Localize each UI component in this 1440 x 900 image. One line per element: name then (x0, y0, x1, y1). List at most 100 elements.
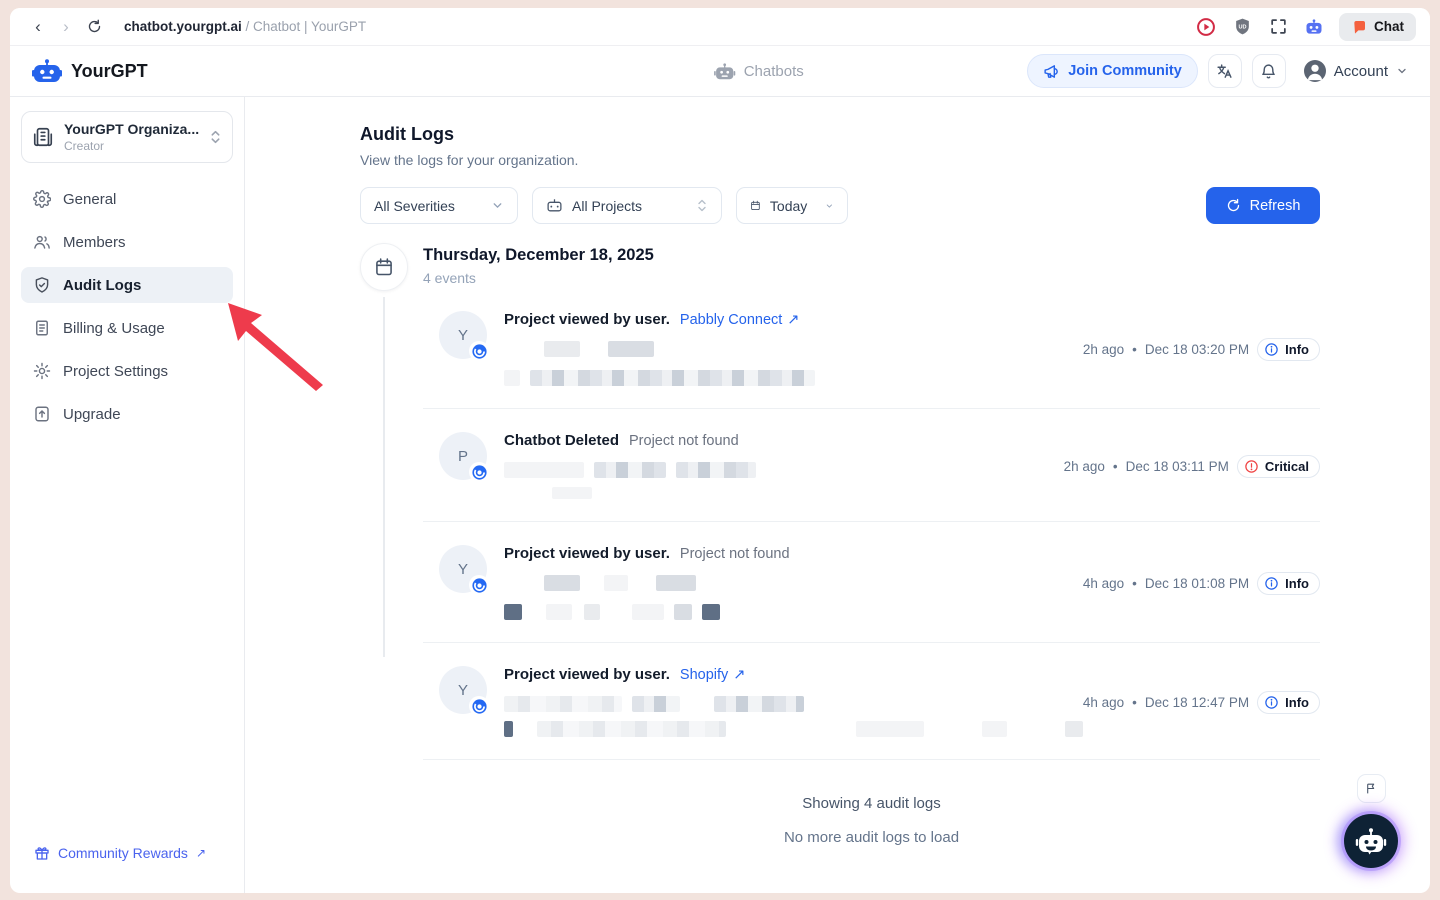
robot-icon (546, 198, 563, 213)
yourgpt-extension-icon[interactable] (1303, 16, 1325, 38)
brand[interactable]: YourGPT (32, 58, 148, 84)
refresh-icon (1226, 198, 1241, 213)
event-meta: 2h ago • Dec 18 03:11 PM Critical (1064, 434, 1320, 499)
event-title: Project viewed by user. (504, 666, 670, 683)
info-icon (1264, 576, 1279, 591)
severity-badge: Info (1257, 338, 1320, 361)
event-relative-time: 4h ago (1083, 576, 1124, 591)
severity-badge: Info (1257, 572, 1320, 595)
main-content: Audit Logs View the logs for your organi… (245, 97, 1430, 893)
sidebar-item-project-settings[interactable]: Project Settings (21, 353, 233, 389)
external-link-icon: ↗ (196, 846, 206, 860)
translate-button[interactable] (1208, 54, 1242, 88)
audit-log-event[interactable]: P Chatbot Deleted Project not found (423, 409, 1320, 522)
sidebar-item-general[interactable]: General (21, 181, 233, 217)
sidebar-nav: General Members Audit Logs Billing & Usa… (21, 181, 233, 432)
chatbot-launcher-button[interactable] (1344, 814, 1398, 868)
browser-source-badge-icon (469, 341, 489, 361)
meta-separator: • (1132, 695, 1137, 710)
redacted-text (544, 575, 1083, 591)
account-menu[interactable]: Account (1304, 60, 1408, 82)
audit-log-event[interactable]: Y Project viewed by user. Shopify↗ (423, 643, 1320, 760)
audit-log-event[interactable]: Y Project viewed by user. Pabbly Connect… (423, 288, 1320, 409)
adblock-extension-icon[interactable]: UD (1231, 16, 1253, 38)
brand-label: YourGPT (71, 61, 148, 82)
sidebar-item-audit-logs[interactable]: Audit Logs (21, 267, 233, 303)
forward-icon[interactable]: › (52, 13, 80, 41)
project-link[interactable]: Shopify↗ (680, 667, 746, 683)
event-datetime: Dec 18 03:11 PM (1126, 459, 1229, 474)
event-meta: 4h ago • Dec 18 12:47 PM Info (1083, 668, 1320, 737)
project-filter[interactable]: All Projects (532, 187, 722, 224)
page-title: Audit Logs (360, 124, 1320, 145)
community-rewards-link[interactable]: Community Rewards ↗ (34, 845, 206, 861)
chevron-down-icon (825, 200, 834, 212)
flag-icon (1365, 782, 1378, 795)
alert-icon (1244, 459, 1259, 474)
refresh-label: Refresh (1250, 198, 1301, 214)
chatbots-icon (714, 62, 736, 81)
no-more-text: No more audit logs to load (423, 829, 1320, 846)
sidebar-item-label: Audit Logs (63, 277, 141, 294)
redacted-text (504, 696, 1083, 712)
audit-log-timeline: Thursday, December 18, 2025 4 events Y P… (360, 243, 1320, 846)
sidebar-item-members[interactable]: Members (21, 224, 233, 260)
meta-separator: • (1132, 576, 1137, 591)
sidebar-item-upgrade[interactable]: Upgrade (21, 396, 233, 432)
organization-icon (32, 126, 54, 148)
url-host: chatbot.yourgpt.ai (124, 19, 242, 34)
timeline-date-icon (360, 243, 408, 291)
project-link[interactable]: Pabbly Connect↗ (680, 312, 800, 328)
fullscreen-extension-icon[interactable] (1267, 16, 1289, 38)
event-relative-time: 2h ago (1064, 459, 1105, 474)
join-community-button[interactable]: Join Community (1027, 54, 1198, 88)
external-link-icon: ↗ (787, 312, 799, 328)
date-filter[interactable]: Today (736, 187, 848, 224)
severity-filter[interactable]: All Severities (360, 187, 518, 224)
yourgpt-logo-icon (32, 58, 62, 84)
gear-icon (33, 190, 51, 208)
url-path: / Chatbot | YourGPT (242, 19, 366, 34)
audit-log-event[interactable]: Y Project viewed by user. Project not fo… (423, 522, 1320, 643)
nav-chatbots[interactable]: Chatbots (714, 62, 804, 81)
robot-face-icon (1355, 827, 1387, 855)
meta-separator: • (1113, 459, 1118, 474)
back-icon[interactable]: ‹ (24, 13, 52, 41)
chevron-down-icon (491, 199, 504, 212)
info-icon (1264, 695, 1279, 710)
chat-extension-label: Chat (1374, 19, 1404, 34)
sidebar-item-label: Project Settings (63, 363, 168, 380)
refresh-button[interactable]: Refresh (1206, 187, 1320, 224)
org-switcher[interactable]: YourGPT Organiza... Creator (21, 111, 233, 163)
severity-filter-value: All Severities (374, 198, 455, 214)
page-subtitle: View the logs for your organization. (360, 152, 1320, 168)
chevron-up-down-icon (209, 129, 222, 145)
timeline-line (383, 297, 385, 657)
join-community-label: Join Community (1068, 63, 1182, 79)
redacted-text (504, 604, 1083, 620)
event-datetime: Dec 18 12:47 PM (1145, 695, 1249, 710)
org-role: Creator (64, 139, 199, 153)
record-extension-icon[interactable] (1195, 16, 1217, 38)
feedback-flag-button[interactable] (1357, 774, 1386, 803)
app-header: YourGPT Chatbots Join Community (10, 46, 1430, 97)
calendar-icon (750, 198, 761, 213)
chat-extension-button[interactable]: Chat (1339, 13, 1416, 41)
sidebar: YourGPT Organiza... Creator General Memb… (10, 97, 245, 893)
notifications-button[interactable] (1252, 54, 1286, 88)
url-bar[interactable]: chatbot.yourgpt.ai / Chatbot | YourGPT (124, 19, 366, 34)
shield-check-icon (33, 276, 51, 294)
sidebar-item-label: Billing & Usage (63, 320, 165, 337)
sidebar-item-billing[interactable]: Billing & Usage (21, 310, 233, 346)
org-name: YourGPT Organiza... (64, 121, 199, 137)
event-title: Project viewed by user. (504, 545, 670, 562)
reload-icon[interactable] (80, 13, 108, 41)
account-avatar (1304, 60, 1326, 82)
sidebar-item-label: General (63, 191, 116, 208)
event-relative-time: 2h ago (1083, 342, 1124, 357)
sidebar-item-label: Members (63, 234, 126, 251)
redacted-text (504, 462, 1064, 478)
avatar: Y (439, 311, 487, 359)
avatar: P (439, 432, 487, 480)
day-group-count: 4 events (423, 270, 1320, 286)
